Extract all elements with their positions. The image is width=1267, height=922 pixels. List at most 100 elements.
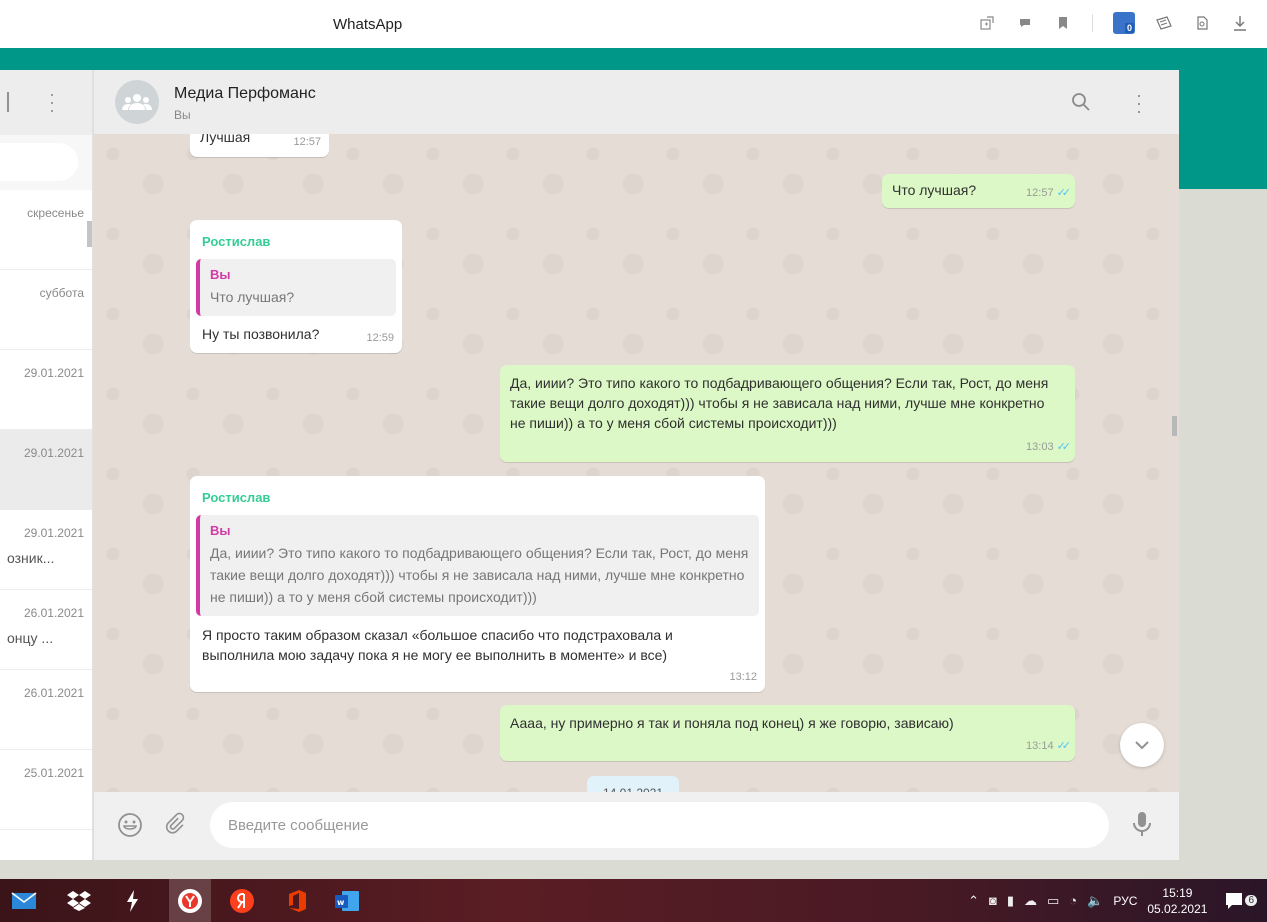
message-outgoing: Да, ииии? Это типо какого то подбадриваю… [500, 365, 1075, 462]
message-list: Лучшая 12:57 Что лучшая? 12:57 ✓✓ Ростисл… [93, 134, 1179, 792]
windows-taskbar: w ⌃ ◙ ▮ ☁ ▭ ◔ 🔈 РУС 15:19 05.02.2021 6 [0, 879, 1267, 922]
notification-icon [1226, 892, 1243, 909]
system-tray: ⌃ ◙ ▮ ☁ ▭ ◔ 🔈 РУС 15:19 05.02.2021 6 [968, 879, 1257, 922]
chat-date: 25.01.2021 [23, 766, 84, 780]
clock-date: 05.02.2021 [1147, 901, 1208, 916]
chat-date: 29.01.2021 [23, 366, 84, 380]
window-title: WhatsApp [333, 16, 403, 33]
language-indicator[interactable]: РУС [1113, 894, 1137, 908]
clock[interactable]: 15:19 05.02.2021 [1147, 885, 1207, 917]
time-label: 12:57 [1026, 187, 1054, 199]
message-text: Да, ииии? Это типо какого то подбадриваю… [510, 375, 1049, 431]
chat-date: 29.01.2021 [23, 526, 84, 540]
mic-tray-icon[interactable]: ▮ [1007, 893, 1014, 909]
message-input[interactable] [210, 802, 1109, 848]
cloud-icon[interactable]: ☁ [1024, 893, 1037, 909]
status-icon[interactable] [7, 92, 9, 112]
chat-title: Медиа Перфоманс [174, 85, 316, 102]
message-sender: Ростислав [202, 490, 271, 505]
chat-date: скресенье [27, 206, 84, 220]
wifi-icon[interactable]: ◔ [1069, 893, 1077, 908]
chevron-down-icon [1135, 740, 1149, 749]
message-sender: Ростислав [202, 234, 271, 249]
message-text: Аааа, ну примерно я так и поняла под кон… [510, 715, 954, 731]
word-icon[interactable]: w [333, 887, 361, 915]
time-label: 13:03 [1026, 441, 1054, 453]
extension-icon[interactable] [1193, 14, 1211, 32]
message-text: Я просто таким образом сказал «большое с… [202, 627, 673, 663]
message-outgoing: Аааа, ну примерно я так и поняла под кон… [500, 705, 1075, 761]
clock-time: 15:19 [1162, 885, 1193, 900]
chat-snippet: озник... [7, 550, 55, 566]
browser-titlebar: WhatsApp 0 [0, 0, 1267, 48]
read-ticks-icon: ✓✓ [1056, 441, 1072, 453]
yandex-icon[interactable] [228, 887, 256, 915]
chat-list-item[interactable]: 25.01.2021 [0, 750, 92, 830]
chat-list-sidebar: · · · скресенье суббота 29.01.2021 29.01.2… [0, 70, 93, 860]
volume-icon[interactable]: 🔈 [1087, 893, 1103, 909]
chat-date: суббота [39, 286, 84, 300]
comment-icon[interactable] [1016, 14, 1034, 32]
menu-icon[interactable]: · · · [47, 85, 57, 119]
time-label: 12:57 [293, 136, 321, 148]
meet-icon[interactable]: ◙ [989, 893, 997, 908]
note-extension-icon[interactable] [1155, 14, 1173, 32]
attach-icon[interactable] [164, 812, 190, 838]
message-time: 12:57 [293, 134, 321, 152]
mail-app-icon[interactable] [10, 887, 38, 915]
message-scrollbar[interactable] [1172, 416, 1177, 436]
chat-list-item[interactable]: 26.01.2021 [0, 670, 92, 750]
bookmark-icon[interactable] [1054, 14, 1072, 32]
group-icon [122, 94, 152, 110]
read-ticks-icon: ✓✓ [1056, 187, 1072, 199]
message-time: 13:03 ✓✓ [1026, 438, 1072, 457]
message-time: 13:12 [729, 668, 757, 687]
chat-date: 29.01.2021 [23, 446, 84, 460]
time-label: 13:12 [729, 671, 757, 683]
quoted-message[interactable]: Вы Что лучшая? [196, 259, 396, 316]
chat-menu-icon[interactable]: · · · [1134, 86, 1144, 120]
chat-snippet: онцу ... [7, 630, 54, 646]
download-icon[interactable] [1231, 14, 1249, 32]
outlook-extension-icon[interactable]: 0 [1113, 12, 1135, 34]
notification-count: 6 [1245, 895, 1257, 906]
yandex-browser-icon[interactable] [176, 887, 204, 915]
read-ticks-icon: ✓✓ [1056, 740, 1072, 752]
message-incoming: Ростислав Вы Что лучшая? Ну ты позвонила… [190, 220, 402, 353]
quote-author: Вы [210, 523, 231, 538]
tabs-icon[interactable] [978, 14, 996, 32]
chat-date: 26.01.2021 [23, 686, 84, 700]
lightning-app-icon[interactable] [118, 887, 146, 915]
search-icon[interactable] [1071, 92, 1091, 112]
chat-list-item[interactable]: скресенье [0, 190, 92, 270]
background-panel [1179, 189, 1267, 879]
chat-subtitle: Вы [174, 108, 191, 122]
chat-list-item[interactable]: 26.01.2021 онцу ... [0, 590, 92, 670]
composer [93, 792, 1179, 860]
time-label: 13:14 [1026, 740, 1054, 752]
chat-list-item[interactable]: 29.01.2021 озник... [0, 510, 92, 590]
chat-header[interactable]: Медиа Перфоманс Вы · · · [93, 70, 1179, 134]
quote-author: Вы [210, 267, 231, 282]
chat-list-item[interactable]: суббота [0, 270, 92, 350]
quoted-message[interactable]: Вы Да, ииии? Это типо какого то подбадри… [196, 515, 759, 616]
battery-icon[interactable]: ▭ [1047, 893, 1059, 909]
emoji-icon[interactable] [117, 812, 143, 838]
dropbox-icon[interactable] [65, 887, 93, 915]
chevron-up-icon[interactable]: ⌃ [968, 893, 979, 909]
chat-list-item-active[interactable]: 29.01.2021 [0, 430, 92, 510]
scroll-down-button[interactable] [1120, 723, 1164, 767]
chat-pane: Медиа Перфоманс Вы · · · Лучшая 12:57 Что … [93, 70, 1179, 860]
sidebar-header: · · · [0, 70, 92, 135]
office-icon[interactable] [283, 887, 311, 915]
message-incoming: Лучшая 12:57 [190, 134, 329, 157]
search-chats-input[interactable] [0, 143, 78, 181]
date-divider: 14.01.2021 [587, 776, 679, 792]
toolbar-separator [1092, 14, 1093, 32]
group-avatar[interactable] [115, 80, 159, 124]
chat-list-item[interactable]: 29.01.2021 [0, 350, 92, 430]
microphone-icon[interactable] [1131, 810, 1153, 838]
svg-text:w: w [337, 898, 345, 907]
notifications-button[interactable]: 6 [1225, 892, 1257, 910]
message-outgoing: Что лучшая? 12:57 ✓✓ [882, 174, 1075, 208]
